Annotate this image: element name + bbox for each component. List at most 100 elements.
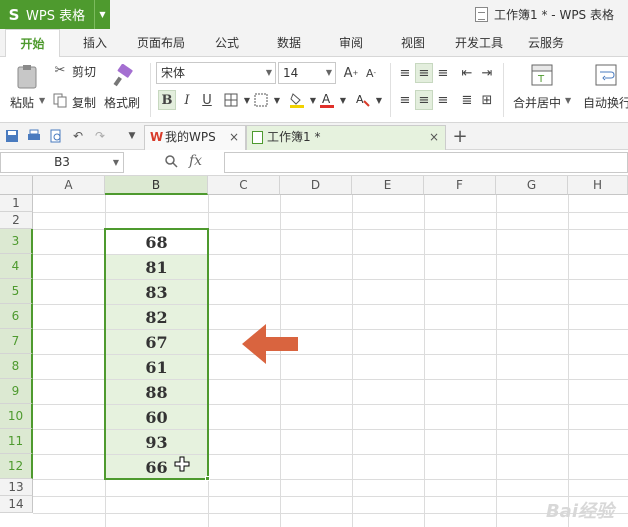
- paste-icon[interactable]: [12, 63, 42, 91]
- wps-logo-icon: W: [150, 130, 164, 144]
- tab-cloud-services[interactable]: 云服务: [520, 29, 572, 57]
- window-title: 工作簿1 * - WPS 表格: [475, 6, 614, 23]
- tab-review[interactable]: 审阅: [330, 29, 372, 57]
- format-painter-button[interactable]: 格式刷: [104, 94, 140, 111]
- watermark: Bai经验: [545, 501, 614, 522]
- quick-access-toolbar: ↶ ↷ ▼ W 我的WPS × 工作簿1 * × +: [0, 123, 628, 150]
- row-header[interactable]: 14: [0, 496, 33, 513]
- scissors-icon[interactable]: ✂: [52, 62, 68, 78]
- format-painter-icon[interactable]: [112, 63, 136, 89]
- bold-button[interactable]: B: [158, 90, 176, 110]
- chevron-down-icon[interactable]: ▼: [334, 90, 352, 110]
- chevron-down-icon: ▼: [325, 68, 332, 77]
- row-header[interactable]: 11: [0, 429, 33, 454]
- font-size-select[interactable]: 14 ▼: [278, 62, 336, 84]
- column-header[interactable]: H: [568, 176, 628, 195]
- close-icon[interactable]: ×: [429, 126, 439, 149]
- align-bottom-icon[interactable]: ≡: [434, 63, 452, 83]
- undo-icon[interactable]: ↶: [70, 128, 86, 144]
- column-header[interactable]: E: [352, 176, 424, 195]
- doc-tab-label: 我的WPS: [165, 130, 216, 144]
- align-left-icon[interactable]: ≡: [396, 90, 414, 110]
- tab-data[interactable]: 数据: [268, 29, 310, 57]
- row-header[interactable]: 5: [0, 279, 33, 304]
- name-box-value: B3: [54, 155, 70, 169]
- tab-view[interactable]: 视图: [392, 29, 434, 57]
- app-menu-button[interactable]: S WPS 表格 ▼: [0, 0, 110, 29]
- row-header[interactable]: 4: [0, 254, 33, 279]
- doc-tab-my-wps[interactable]: W 我的WPS ×: [144, 125, 246, 150]
- fill-handle[interactable]: [205, 476, 210, 481]
- title-bar: S WPS 表格 ▼ 工作簿1 * - WPS 表格: [0, 0, 628, 29]
- row-header[interactable]: 8: [0, 354, 33, 379]
- wrap-text-icon[interactable]: [594, 63, 618, 87]
- wrap-text-button[interactable]: 自动换行: [583, 94, 628, 111]
- zoom-icon[interactable]: [164, 154, 180, 170]
- justify-icon[interactable]: ≣: [458, 90, 476, 110]
- distribute-icon[interactable]: ⊞: [478, 90, 496, 110]
- row-header[interactable]: 7: [0, 329, 33, 354]
- doc-tab-label: 工作簿1 *: [267, 130, 321, 144]
- chevron-down-icon[interactable]: ▼: [565, 96, 571, 105]
- chevron-down-icon[interactable]: ▼: [370, 90, 388, 110]
- formula-input[interactable]: [224, 152, 628, 173]
- column-header[interactable]: C: [208, 176, 280, 195]
- redo-icon[interactable]: ↷: [92, 128, 108, 144]
- increase-font-icon[interactable]: A +: [342, 63, 360, 83]
- cut-button[interactable]: 剪切: [72, 63, 96, 80]
- tab-developer[interactable]: 开发工具: [448, 29, 510, 57]
- svg-text:A: A: [322, 92, 331, 106]
- tab-insert[interactable]: 插入: [72, 29, 118, 57]
- name-box[interactable]: B3 ▼: [0, 152, 124, 173]
- tab-formulas[interactable]: 公式: [206, 29, 248, 57]
- chevron-down-icon[interactable]: ▼: [268, 90, 286, 110]
- underline-button[interactable]: U: [198, 90, 216, 110]
- align-right-icon[interactable]: ≡: [434, 90, 452, 110]
- chevron-down-icon[interactable]: ▼: [94, 0, 110, 29]
- merge-center-button[interactable]: 合并居中: [513, 94, 561, 111]
- chevron-down-icon: ▼: [112, 158, 119, 167]
- indent-decrease-icon[interactable]: ⇤: [458, 63, 476, 83]
- formula-bar: B3 ▼ fx: [0, 150, 628, 176]
- align-center-icon[interactable]: ≡: [415, 90, 433, 110]
- doc-tab-workbook1[interactable]: 工作簿1 * ×: [246, 125, 446, 150]
- decrease-font-icon[interactable]: A-: [362, 63, 380, 83]
- new-tab-icon[interactable]: +: [452, 126, 468, 147]
- row-header[interactable]: 1: [0, 195, 33, 212]
- row-header[interactable]: 6: [0, 304, 33, 329]
- align-top-icon[interactable]: ≡: [396, 63, 414, 83]
- row-header[interactable]: 3: [0, 229, 33, 254]
- paste-dropdown-icon[interactable]: ▼: [39, 96, 45, 105]
- left-arrow-icon: [242, 324, 298, 364]
- select-all-corner[interactable]: [0, 176, 33, 195]
- print-icon[interactable]: [26, 128, 42, 144]
- column-header[interactable]: D: [280, 176, 352, 195]
- column-header[interactable]: A: [33, 176, 105, 195]
- print-preview-icon[interactable]: [48, 128, 64, 144]
- row-header[interactable]: 13: [0, 479, 33, 496]
- insert-function-button[interactable]: fx: [189, 153, 202, 169]
- indent-increase-icon[interactable]: ⇥: [478, 63, 496, 83]
- column-header[interactable]: F: [424, 176, 496, 195]
- row-header[interactable]: 9: [0, 379, 33, 404]
- save-icon[interactable]: [4, 128, 20, 144]
- tab-home[interactable]: 开始: [5, 29, 60, 58]
- row-header[interactable]: 12: [0, 454, 33, 479]
- column-header[interactable]: G: [496, 176, 568, 195]
- tab-page-layout[interactable]: 页面布局: [130, 29, 192, 57]
- gridline: [424, 195, 425, 527]
- paste-button[interactable]: 粘贴: [10, 94, 34, 111]
- spreadsheet-grid: A B C D E F G H 1 2 3 4 5 6 7 8 9 10 11 …: [0, 176, 628, 527]
- align-middle-icon[interactable]: ≡: [415, 63, 433, 83]
- merge-center-icon[interactable]: T: [530, 63, 554, 87]
- copy-button[interactable]: 复制: [72, 94, 96, 111]
- italic-button[interactable]: I: [178, 90, 196, 110]
- row-header[interactable]: 2: [0, 212, 33, 229]
- close-icon[interactable]: ×: [229, 126, 239, 149]
- row-header[interactable]: 10: [0, 404, 33, 429]
- chevron-down-icon[interactable]: ▼: [124, 128, 140, 144]
- column-header[interactable]: B: [105, 176, 208, 195]
- font-size-value: 14: [283, 66, 299, 80]
- copy-icon[interactable]: [52, 92, 68, 108]
- font-name-select[interactable]: 宋体 ▼: [156, 62, 276, 84]
